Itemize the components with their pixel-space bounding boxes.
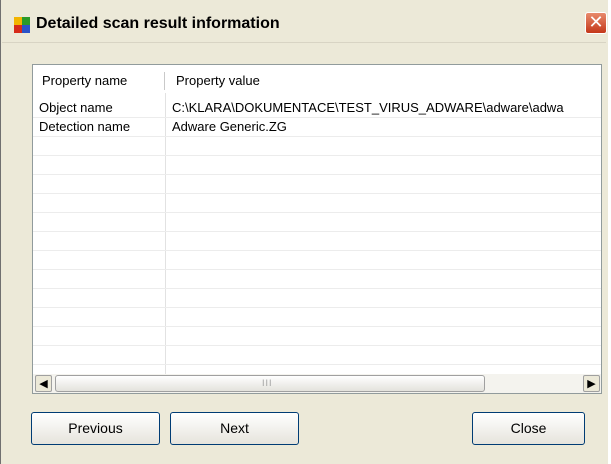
scroll-left-button[interactable]: ◀	[35, 375, 52, 392]
empty-row	[33, 327, 601, 346]
empty-row	[33, 175, 601, 194]
property-name-cell: Object name	[39, 100, 113, 115]
column-header-property-value[interactable]: Property value	[176, 73, 260, 88]
empty-row	[33, 251, 601, 270]
empty-row	[33, 137, 601, 156]
property-list[interactable]: Property name Property value Object name…	[32, 64, 602, 394]
close-button[interactable]: Close	[472, 412, 585, 445]
arrow-left-icon: ◀	[39, 377, 48, 390]
empty-row	[33, 289, 601, 308]
avg-app-icon	[14, 17, 30, 33]
empty-row	[33, 194, 601, 213]
property-name-cell: Detection name	[39, 119, 131, 134]
empty-row	[33, 346, 601, 365]
column-divider[interactable]	[164, 72, 165, 90]
arrow-right-icon: ▶	[587, 377, 596, 390]
close-window-button[interactable]: ✕	[585, 12, 607, 34]
column-header-property-name[interactable]: Property name	[42, 73, 127, 88]
grip-icon: III	[262, 378, 273, 388]
empty-row	[33, 308, 601, 327]
table-row[interactable]: Object name C:\KLARA\DOKUMENTACE\TEST_VI…	[33, 99, 601, 118]
property-value-cell: C:\KLARA\DOKUMENTACE\TEST_VIRUS_ADWARE\a…	[172, 100, 564, 115]
next-button[interactable]: Next	[170, 412, 299, 445]
list-header: Property name Property value	[33, 65, 601, 93]
empty-row	[33, 270, 601, 289]
horizontal-scrollbar[interactable]: ◀ III ▶	[33, 374, 601, 393]
empty-row	[33, 232, 601, 251]
title-bar[interactable]: Detailed scan result information ✕	[2, 6, 607, 43]
previous-button[interactable]: Previous	[31, 412, 160, 445]
property-value-cell: Adware Generic.ZG	[172, 119, 287, 134]
close-icon: ✕	[588, 12, 604, 33]
empty-row	[33, 156, 601, 175]
scrollbar-thumb[interactable]: III	[55, 375, 485, 392]
table-row[interactable]: Detection name Adware Generic.ZG	[33, 118, 601, 137]
dialog-window: Detailed scan result information ✕ Prope…	[0, 0, 608, 464]
window-title: Detailed scan result information	[36, 15, 280, 32]
scroll-right-button[interactable]: ▶	[583, 375, 600, 392]
empty-row	[33, 213, 601, 232]
